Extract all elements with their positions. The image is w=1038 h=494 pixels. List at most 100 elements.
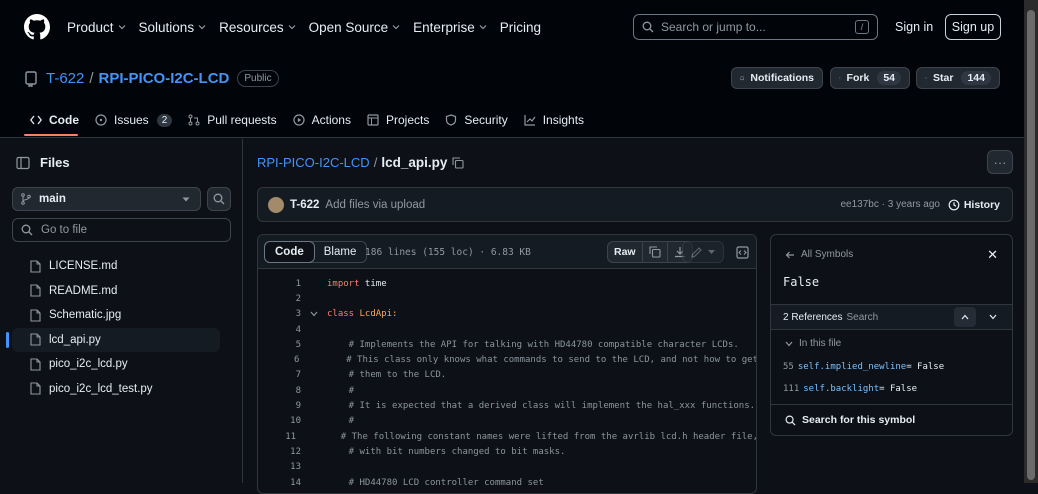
file-icon [30,284,41,297]
file-item[interactable]: LICENSE.md [12,254,220,279]
files-panel-title: Files [16,155,70,170]
sign-in-link[interactable]: Sign in [895,20,933,34]
nav-pricing[interactable]: Pricing [500,20,541,35]
nav-solutions[interactable]: Solutions [139,20,207,35]
history-label: History [964,199,1000,211]
tab-insights[interactable]: Insights [524,113,584,127]
symbols-panel-button[interactable] [731,241,753,263]
tab-issues[interactable]: Issues 2 [95,113,172,127]
file-actions-group: Raw [607,241,693,263]
sign-up-button[interactable]: Sign up [945,14,1001,40]
fold-chevron-icon[interactable] [301,311,327,317]
page-scrollbar[interactable] [1024,0,1038,483]
reference-item[interactable]: 111 self.backlight = False [783,384,917,394]
line-number[interactable]: 3 [258,309,301,319]
fork-icon [839,72,841,84]
blame-view-tab[interactable]: Blame [314,242,367,262]
file-item-active[interactable]: lcd_api.py [12,328,220,353]
repo-icon [24,71,38,87]
search-placeholder: Search or jump to... [661,20,766,34]
code-view-tab[interactable]: Code [264,241,315,263]
notifications-button[interactable]: Notifications [731,67,823,89]
tab-security[interactable]: Security [445,113,507,127]
nav-open-source[interactable]: Open Source [309,20,401,35]
line-number[interactable]: 8 [258,386,301,396]
copy-icon [649,246,661,258]
close-icon[interactable]: ✕ [987,247,998,263]
repo-owner-link[interactable]: T-622 [46,70,84,87]
star-button[interactable]: Star 144 [916,67,1000,89]
repo-title: T-622 / RPI-PICO-I2C-LCD Public [24,70,279,87]
file-item[interactable]: pico_i2c_lcd.py [12,352,220,377]
fork-button[interactable]: Fork 54 [830,67,910,89]
github-logo-icon[interactable] [24,14,50,40]
search-input[interactable]: Search or jump to... / [633,14,878,40]
breadcrumb-file: lcd_api.py [381,155,447,170]
code-text: time [360,279,387,289]
file-item[interactable]: README.md [12,279,220,304]
line-number[interactable]: 7 [258,370,301,380]
reference-item[interactable]: 55 self.implied_newline = False [783,362,944,372]
line-number[interactable]: 6 [258,355,299,365]
tab-actions[interactable]: Actions [293,113,351,127]
nav-resources[interactable]: Resources [219,20,296,35]
commit-author-link[interactable]: T-622 [290,199,319,211]
branch-selector[interactable]: main [12,187,201,211]
history-button[interactable]: History [948,199,1000,211]
line-number[interactable]: 10 [258,416,301,426]
more-options-button[interactable]: ··· [987,150,1013,174]
tab-projects[interactable]: Projects [367,113,429,127]
code-line: 5 # Implements the API for talking with … [258,337,757,352]
line-number[interactable]: 13 [258,462,301,472]
tab-projects-label: Projects [386,113,429,127]
repo-name-link[interactable]: RPI-PICO-I2C-LCD [99,70,230,87]
file-name: pico_i2c_lcd.py [49,358,128,370]
line-number[interactable]: 1 [258,279,301,289]
code-line: 3class LcdApi: [258,307,757,322]
avatar[interactable] [268,197,284,213]
repo-tabs: Code Issues 2 Pull requests Actions Proj… [30,110,600,130]
tab-pull-requests[interactable]: Pull requests [188,113,276,127]
search-symbol-button[interactable]: Search for this symbol [785,414,915,426]
line-number[interactable]: 4 [258,325,301,335]
reference-code-rest: = False [879,384,917,394]
line-number[interactable]: 5 [258,340,301,350]
star-icon [925,72,927,84]
file-name: lcd_api.py [49,334,101,346]
breadcrumb-separator: / [374,155,378,170]
search-shortcut-hint: / [855,20,869,34]
nav-product-label: Product [67,20,114,35]
copy-raw-button[interactable] [643,242,668,262]
all-symbols-link[interactable]: All Symbols [785,249,853,260]
go-to-file-input[interactable]: Go to file [12,218,231,242]
code-line: 8 # [258,383,757,398]
edit-file-button[interactable] [682,241,724,263]
breadcrumb-repo-link[interactable]: RPI-PICO-I2C-LCD [257,155,370,170]
file-icon [30,260,41,273]
file-item[interactable]: Schematic.jpg [12,303,220,328]
commit-message-link[interactable]: Add files via upload [325,199,425,211]
scrollbar-thumb[interactable] [1027,10,1035,480]
references-search-link[interactable]: Search [846,312,878,323]
raw-button[interactable]: Raw [608,242,643,262]
file-name: pico_i2c_lcd_test.py [49,383,153,395]
line-number[interactable]: 2 [258,294,301,304]
copy-icon[interactable] [452,157,464,169]
line-number[interactable]: 9 [258,401,301,411]
all-symbols-label: All Symbols [801,249,853,260]
in-this-file-toggle[interactable]: In this file [785,338,841,349]
previous-reference-button[interactable] [954,307,976,327]
code-line: 13 [258,460,757,475]
line-number[interactable]: 11 [258,432,296,442]
commit-hash-time[interactable]: ee137bc · 3 years ago [840,199,940,210]
nav-enterprise[interactable]: Enterprise [413,20,487,35]
reference-line-number: 111 [783,384,799,394]
nav-product[interactable]: Product [67,20,126,35]
sidebar-collapse-icon[interactable] [16,156,30,170]
file-search-button[interactable] [207,187,231,211]
line-number[interactable]: 12 [258,447,301,457]
next-reference-button[interactable] [982,307,1004,327]
file-item[interactable]: pico_i2c_lcd_test.py [12,377,220,402]
file-name: Schematic.jpg [49,309,121,321]
tab-code[interactable]: Code [30,113,79,127]
